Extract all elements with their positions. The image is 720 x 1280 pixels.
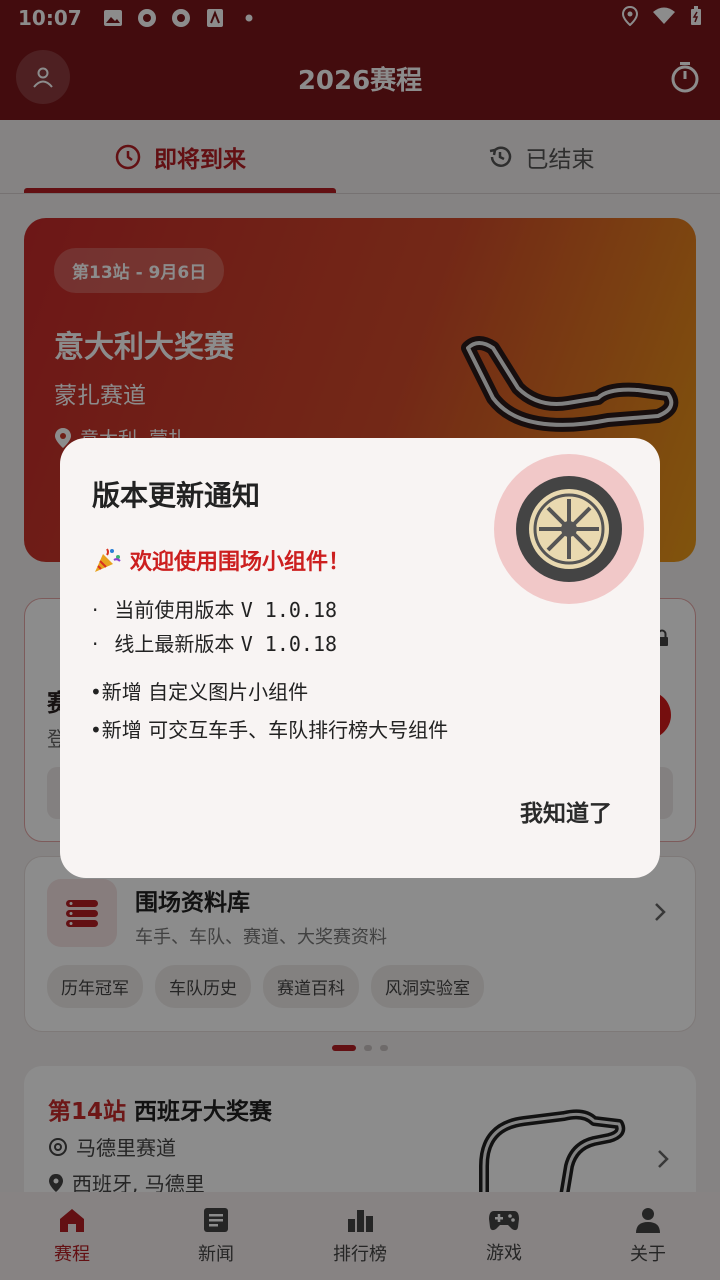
tire-icon <box>516 476 622 582</box>
dialog-welcome-text: 欢迎使用围场小组件！ <box>130 550 351 575</box>
dialog-welcome: 欢迎使用围场小组件！ <box>92 544 350 576</box>
current-version-line: · 当前使用版本 V 1.0.18 <box>92 598 338 622</box>
latest-version-line: · 线上最新版本 V 1.0.18 <box>92 632 338 656</box>
party-popper-icon <box>95 548 121 572</box>
wheel-badge <box>494 454 644 604</box>
update-dialog: 版本更新通知 欢迎使用围场小组件！ · 当前使用版本 V 1.0.18 · 线上… <box>60 438 660 878</box>
current-version-label: 当前使用版本 <box>114 598 235 622</box>
dialog-title: 版本更新通知 <box>92 479 261 512</box>
feature-item: •新增 自定义图片小组件 <box>90 680 309 704</box>
current-version-value: V 1.0.18 <box>240 598 338 622</box>
confirm-button[interactable]: 我知道了 <box>520 794 612 828</box>
latest-version-value: V 1.0.18 <box>240 632 338 656</box>
latest-version-label: 线上最新版本 <box>114 632 235 656</box>
feature-item: •新增 可交互车手、车队排行榜大号组件 <box>90 718 449 742</box>
